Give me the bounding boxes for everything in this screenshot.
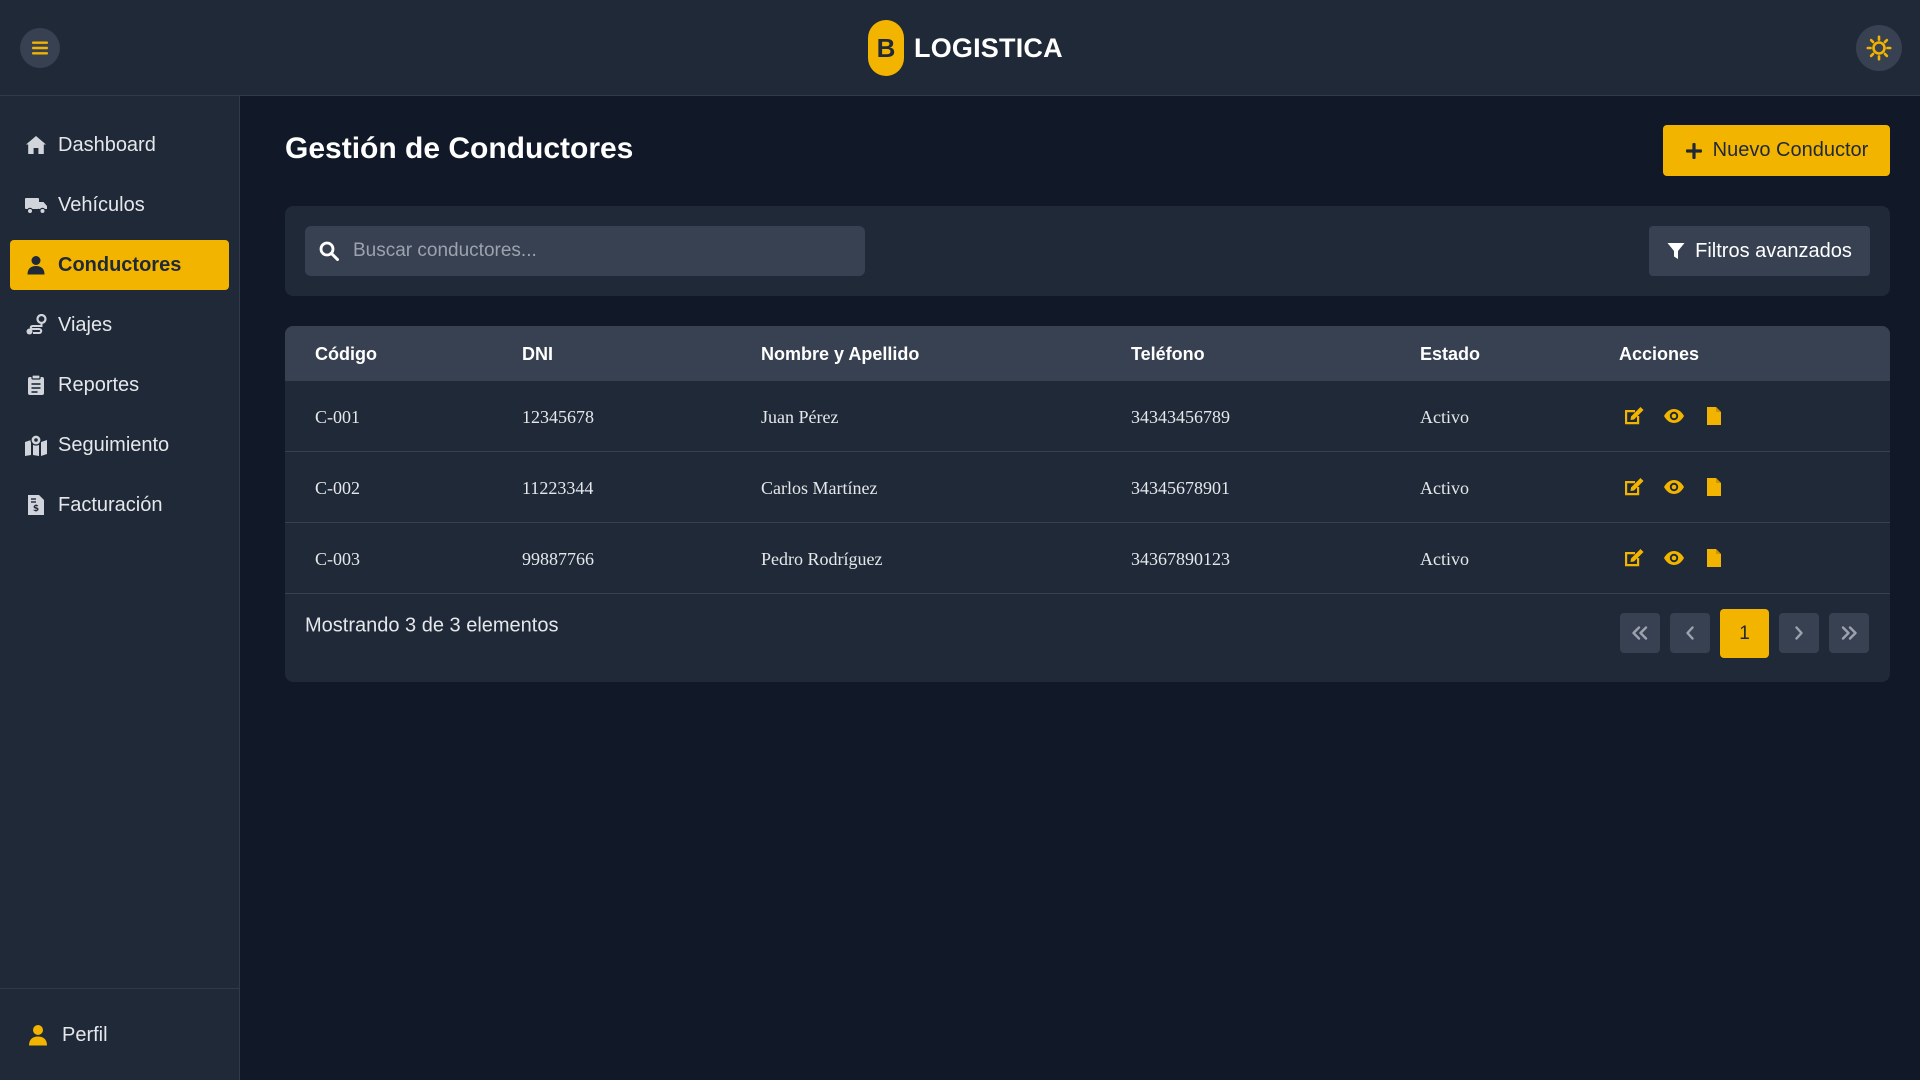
search-input[interactable]: [353, 240, 833, 262]
brand-badge: B: [868, 20, 904, 76]
table-row: C-003 99887766 Pedro Rodríguez 343678901…: [285, 523, 1890, 594]
column-header-estado[interactable]: Estado: [1420, 344, 1480, 365]
sidebar-item-label: Vehículos: [58, 193, 145, 216]
row-actions: [1623, 405, 1725, 427]
invoice-icon: $: [24, 493, 48, 517]
brand-logo[interactable]: B LOGISTICA: [868, 20, 1063, 76]
previous-page-button[interactable]: [1670, 613, 1710, 653]
sidebar-footer: Perfil: [0, 988, 239, 1080]
double-chevron-left-icon: [1631, 626, 1649, 640]
sidebar: Dashboard Vehículos Conductores Viajes R…: [0, 96, 240, 1080]
row-actions: [1623, 476, 1725, 498]
column-header-dni[interactable]: DNI: [522, 344, 553, 365]
cell-telefono: 34345678901: [1131, 478, 1230, 498]
sidebar-item-label: Conductores: [58, 253, 182, 276]
hamburger-menu-icon: [31, 40, 49, 56]
table-row: C-002 11223344 Carlos Martínez 343456789…: [285, 452, 1890, 523]
cell-nombre: Pedro Rodríguez: [761, 549, 883, 569]
search-icon: [319, 241, 339, 261]
chevron-right-icon: [1794, 626, 1804, 640]
truck-icon: [24, 193, 48, 217]
view-icon[interactable]: [1663, 405, 1685, 427]
cell-telefono: 34343456789: [1131, 407, 1230, 427]
sidebar-item-reportes[interactable]: Reportes: [10, 360, 229, 410]
document-icon[interactable]: [1703, 547, 1725, 569]
brand-name: LOGISTICA: [914, 32, 1063, 63]
last-page-button[interactable]: [1829, 613, 1869, 653]
cell-nombre: Juan Pérez: [761, 407, 839, 427]
new-conductor-label: Nuevo Conductor: [1712, 139, 1869, 161]
svg-text:$: $: [33, 504, 39, 514]
double-chevron-right-icon: [1840, 626, 1858, 640]
table-header: Código DNI Nombre y Apellido Teléfono Es…: [285, 326, 1890, 381]
column-header-codigo[interactable]: Código: [315, 344, 377, 365]
cell-estado: Activo: [1420, 549, 1469, 569]
theme-toggle-button[interactable]: [1856, 25, 1902, 71]
cell-codigo: C-002: [315, 478, 360, 498]
first-page-button[interactable]: [1620, 613, 1660, 653]
new-conductor-button[interactable]: Nuevo Conductor: [1663, 125, 1890, 176]
profile-label: Perfil: [62, 1023, 108, 1046]
chevron-left-icon: [1685, 626, 1695, 640]
view-icon[interactable]: [1663, 476, 1685, 498]
sun-icon: [1866, 35, 1892, 61]
view-icon[interactable]: [1663, 547, 1685, 569]
sidebar-item-conductores[interactable]: Conductores: [10, 240, 229, 290]
document-icon[interactable]: [1703, 476, 1725, 498]
top-bar: B LOGISTICA: [0, 0, 1920, 96]
advanced-filters-button[interactable]: Filtros avanzados: [1649, 226, 1870, 276]
cell-dni: 99887766: [522, 549, 594, 569]
edit-icon[interactable]: [1623, 405, 1645, 427]
conductores-table: Código DNI Nombre y Apellido Teléfono Es…: [285, 326, 1890, 682]
sidebar-item-seguimiento[interactable]: Seguimiento: [10, 420, 229, 470]
cell-codigo: C-003: [315, 549, 360, 569]
column-header-acciones: Acciones: [1619, 344, 1700, 364]
row-actions: [1623, 547, 1725, 569]
cell-estado: Activo: [1420, 407, 1469, 427]
cell-dni: 11223344: [522, 478, 594, 498]
search-panel: Filtros avanzados: [285, 206, 1890, 296]
document-icon[interactable]: [1703, 405, 1725, 427]
sidebar-item-dashboard[interactable]: Dashboard: [10, 120, 229, 170]
cell-dni: 12345678: [522, 407, 594, 427]
home-icon: [24, 133, 48, 157]
filter-icon: [1667, 242, 1685, 260]
menu-button[interactable]: [20, 28, 60, 68]
page-title: Gestión de Conductores: [285, 132, 634, 165]
pagination-summary: Mostrando 3 de 3 elementos: [305, 614, 559, 637]
profile-link[interactable]: Perfil: [28, 1017, 108, 1053]
table-row: C-001 12345678 Juan Pérez 34343456789 Ac…: [285, 381, 1890, 452]
sidebar-item-label: Seguimiento: [58, 433, 170, 456]
map-marker-icon: [24, 433, 48, 457]
clipboard-icon: [24, 373, 48, 397]
pagination: 1: [1620, 609, 1869, 658]
search-box[interactable]: [305, 226, 865, 276]
sidebar-item-label: Facturación: [58, 493, 163, 516]
advanced-filters-label: Filtros avanzados: [1695, 239, 1852, 262]
column-header-nombre[interactable]: Nombre y Apellido: [761, 344, 919, 365]
plus-icon: [1685, 142, 1703, 160]
next-page-button[interactable]: [1779, 613, 1819, 653]
sidebar-item-label: Reportes: [58, 373, 140, 396]
cell-nombre: Carlos Martínez: [761, 478, 878, 498]
cell-codigo: C-001: [315, 407, 360, 427]
edit-icon[interactable]: [1623, 547, 1645, 569]
route-icon: [24, 313, 48, 337]
column-header-telefono[interactable]: Teléfono: [1131, 344, 1205, 365]
cell-telefono: 34367890123: [1131, 549, 1230, 569]
user-icon: [24, 253, 48, 277]
sidebar-item-label: Dashboard: [58, 133, 156, 156]
page-button-current[interactable]: 1: [1720, 609, 1769, 658]
user-icon: [28, 1024, 48, 1046]
sidebar-item-facturacion[interactable]: $ Facturación: [10, 480, 229, 530]
edit-icon[interactable]: [1623, 476, 1645, 498]
sidebar-item-vehiculos[interactable]: Vehículos: [10, 180, 229, 230]
cell-estado: Activo: [1420, 478, 1469, 498]
sidebar-item-viajes[interactable]: Viajes: [10, 300, 229, 350]
sidebar-item-label: Viajes: [58, 313, 113, 336]
